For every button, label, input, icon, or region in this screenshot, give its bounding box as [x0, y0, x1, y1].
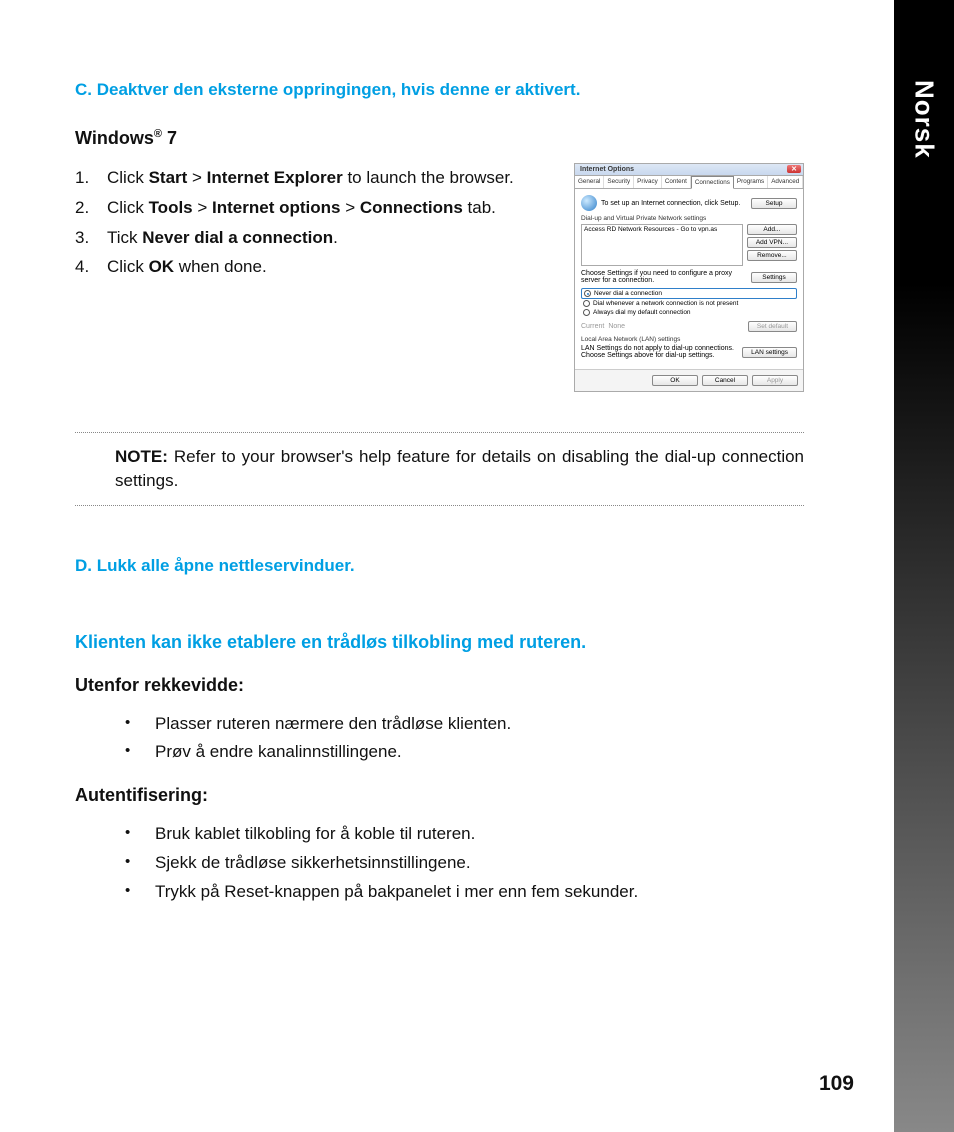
dialog-footer: OK Cancel Apply: [575, 369, 803, 391]
list-item: Trykk på Reset-knappen på bakpanelet i m…: [125, 878, 804, 907]
radio-always-dial[interactable]: Always dial my default connection: [581, 308, 797, 317]
radio-label: Never dial a connection: [594, 290, 662, 297]
bold-tools: Tools: [149, 198, 193, 217]
radio-never-dial[interactable]: Never dial a connection: [581, 288, 797, 299]
add-button[interactable]: Add...: [747, 224, 797, 235]
page-number: 109: [819, 1072, 854, 1096]
list-item: Sjekk de trådløse sikkerhetsinnstillinge…: [125, 849, 804, 878]
lan-section-label: Local Area Network (LAN) settings: [581, 336, 797, 343]
tab-security[interactable]: Security: [604, 176, 634, 188]
tab-programs[interactable]: Programs: [734, 176, 768, 188]
radio-icon: [583, 309, 590, 316]
setup-text: To set up an Internet connection, click …: [601, 200, 747, 207]
text: Click: [107, 198, 149, 217]
text: when done.: [174, 257, 267, 276]
text: >: [187, 168, 206, 187]
step-4: Click OK when done.: [75, 252, 556, 282]
text: .: [333, 228, 338, 247]
lan-hint: LAN Settings do not apply to dial-up con…: [581, 345, 738, 359]
out-of-range-list: Plasser ruteren nærmere den trådløse kli…: [75, 710, 804, 768]
text: >: [193, 198, 212, 217]
bold-connections: Connections: [360, 198, 463, 217]
dialog-title-text: Internet Options: [580, 166, 634, 173]
text: tab.: [463, 198, 496, 217]
dial-radio-group: Never dial a connection Dial whenever a …: [581, 288, 797, 317]
text: >: [340, 198, 359, 217]
current-value: None: [608, 323, 744, 330]
step-2: Click Tools > Internet options > Connect…: [75, 193, 556, 223]
section-c-heading: C. Deaktver den eksterne oppringingen, h…: [75, 80, 804, 100]
list-item: Plasser ruteren nærmere den trådløse kli…: [125, 710, 804, 739]
list-item: Prøv å endre kanalinnstillingene.: [125, 738, 804, 767]
authentication-list: Bruk kablet tilkobling for å koble til r…: [75, 820, 804, 907]
out-of-range-heading: Utenfor rekkevidde:: [75, 675, 804, 696]
radio-icon: [583, 300, 590, 307]
note-body: Refer to your browser's help feature for…: [115, 447, 804, 490]
section-d-heading: D. Lukk alle åpne nettleservinduer.: [75, 556, 804, 576]
settings-button[interactable]: Settings: [751, 272, 797, 283]
radio-dial-whenever[interactable]: Dial whenever a network connection is no…: [581, 299, 797, 308]
settings-hint: Choose Settings if you need to configure…: [581, 270, 747, 284]
radio-label: Dial whenever a network connection is no…: [593, 300, 738, 307]
text: Click: [107, 168, 149, 187]
tab-general[interactable]: General: [575, 176, 604, 188]
bold-options: Internet options: [212, 198, 340, 217]
bold-neverdial: Never dial a connection: [142, 228, 333, 247]
language-side-tab: Norsk: [894, 0, 954, 1132]
set-default-button[interactable]: Set default: [748, 321, 797, 332]
tab-advanced[interactable]: Advanced: [768, 176, 803, 188]
tab-connections[interactable]: Connections: [691, 176, 734, 189]
text: to launch the browser.: [343, 168, 514, 187]
globe-icon: [581, 195, 597, 211]
current-label: Current: [581, 323, 604, 330]
cancel-button[interactable]: Cancel: [702, 375, 748, 386]
bold-start: Start: [149, 168, 188, 187]
registered-mark: ®: [154, 128, 162, 140]
tab-privacy[interactable]: Privacy: [634, 176, 662, 188]
connections-listbox[interactable]: Access RD Network Resources - Go to vpn.…: [581, 224, 743, 266]
bold-ok: OK: [149, 257, 175, 276]
note-text: NOTE: Refer to your browser's help featu…: [75, 445, 804, 493]
authentication-heading: Autentifisering:: [75, 785, 804, 806]
lan-settings-button[interactable]: LAN settings: [742, 347, 797, 358]
os-heading: Windows® 7: [75, 128, 804, 149]
text: Tick: [107, 228, 142, 247]
add-vpn-button[interactable]: Add VPN...: [747, 237, 797, 248]
internet-options-dialog: Internet Options ✕ General Security Priv…: [574, 163, 804, 392]
list-item: Bruk kablet tilkobling for å koble til r…: [125, 820, 804, 849]
wireless-issue-heading: Klienten kan ikke etablere en trådløs ti…: [75, 632, 804, 653]
radio-icon: [584, 290, 591, 297]
close-icon[interactable]: ✕: [787, 165, 801, 173]
note-label: NOTE:: [115, 447, 174, 466]
step-1: Click Start > Internet Explorer to launc…: [75, 163, 556, 193]
step-3: Tick Never dial a connection.: [75, 223, 556, 253]
remove-button[interactable]: Remove...: [747, 250, 797, 261]
list-item[interactable]: Access RD Network Resources - Go to vpn.…: [584, 226, 740, 233]
ok-button[interactable]: OK: [652, 375, 698, 386]
setup-button[interactable]: Setup: [751, 198, 797, 209]
note-block: NOTE: Refer to your browser's help featu…: [75, 432, 804, 506]
os-name: Windows: [75, 128, 154, 148]
apply-button[interactable]: Apply: [752, 375, 798, 386]
dialog-title-bar: Internet Options ✕: [575, 164, 803, 176]
radio-label: Always dial my default connection: [593, 309, 691, 316]
dialog-body: To set up an Internet connection, click …: [575, 189, 803, 369]
page-content: C. Deaktver den eksterne oppringingen, h…: [0, 0, 894, 947]
os-version: 7: [162, 128, 177, 148]
tab-content[interactable]: Content: [662, 176, 691, 188]
dialup-section-label: Dial-up and Virtual Private Network sett…: [581, 215, 797, 222]
text: Click: [107, 257, 149, 276]
instruction-steps: Click Start > Internet Explorer to launc…: [75, 163, 556, 282]
dialog-tabs: General Security Privacy Content Connect…: [575, 176, 803, 189]
side-tab-label: Norsk: [909, 80, 940, 159]
bold-ie: Internet Explorer: [207, 168, 343, 187]
